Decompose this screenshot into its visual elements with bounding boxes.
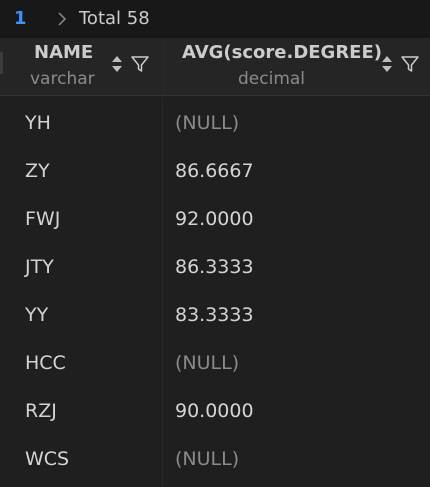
- cell-name[interactable]: ZY: [25, 145, 50, 193]
- table-row[interactable]: ZY 86.6667: [0, 145, 430, 193]
- column-type: varchar: [30, 69, 95, 89]
- column-title: AVG(score.DEGREE): [182, 42, 383, 63]
- column-header-avg[interactable]: AVG(score.DEGREE) decimal: [163, 38, 430, 96]
- column-header-name[interactable]: NAME varchar: [6, 38, 163, 96]
- column-title: NAME: [34, 42, 94, 63]
- cell-name[interactable]: RZJ: [25, 385, 57, 433]
- sort-icon[interactable]: [381, 53, 393, 75]
- cell-avg[interactable]: (NULL): [175, 337, 239, 385]
- cell-name[interactable]: HCC: [25, 337, 66, 385]
- cell-name[interactable]: WCS: [25, 433, 69, 481]
- column-type: decimal: [238, 69, 306, 89]
- cell-avg[interactable]: 86.3333: [175, 241, 254, 289]
- filter-icon[interactable]: [400, 54, 420, 74]
- cell-avg[interactable]: 90.0000: [175, 385, 254, 433]
- cell-avg[interactable]: (NULL): [175, 97, 239, 145]
- chevron-right-icon[interactable]: [54, 11, 70, 27]
- cell-avg[interactable]: (NULL): [175, 433, 239, 481]
- row-selector-edge: [0, 52, 3, 74]
- sort-icon[interactable]: [111, 53, 123, 75]
- table-body: YH (NULL) ZY 86.6667 FWJ 92.0000 JTY 86.…: [0, 97, 430, 481]
- table-row[interactable]: JTY 86.3333: [0, 241, 430, 289]
- table-row[interactable]: HCC (NULL): [0, 337, 430, 385]
- cell-name[interactable]: FWJ: [25, 193, 60, 241]
- table-row[interactable]: WCS (NULL): [0, 433, 430, 481]
- cell-name[interactable]: YY: [25, 289, 48, 337]
- table-row[interactable]: FWJ 92.0000: [0, 193, 430, 241]
- table-row[interactable]: YY 83.3333: [0, 289, 430, 337]
- cell-avg[interactable]: 86.6667: [175, 145, 254, 193]
- total-count: Total 58: [79, 8, 150, 29]
- table-row[interactable]: RZJ 90.0000: [0, 385, 430, 433]
- page-number[interactable]: 1: [14, 8, 27, 29]
- filter-icon[interactable]: [130, 54, 150, 74]
- result-toolbar: 1 Total 58: [0, 0, 430, 38]
- cell-name[interactable]: YH: [25, 97, 51, 145]
- table-header: NAME varchar AVG(score.DEGREE) decimal: [0, 38, 430, 96]
- cell-avg[interactable]: 83.3333: [175, 289, 254, 337]
- cell-name[interactable]: JTY: [25, 241, 54, 289]
- cell-avg[interactable]: 92.0000: [175, 193, 254, 241]
- table-row[interactable]: YH (NULL): [0, 97, 430, 145]
